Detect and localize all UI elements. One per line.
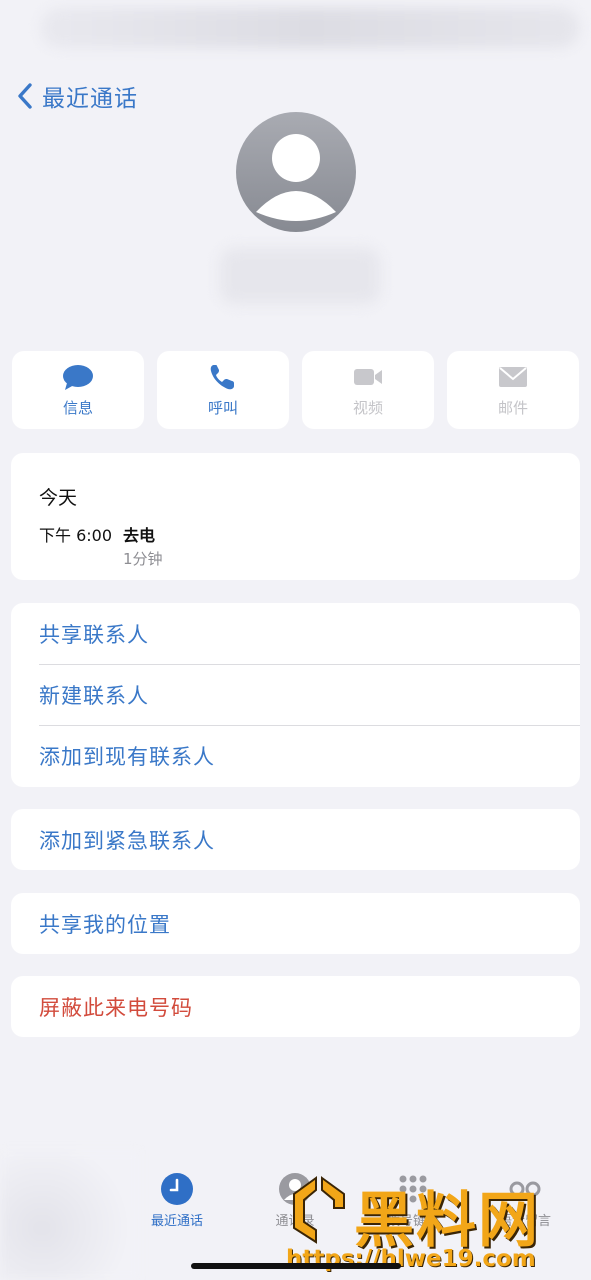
mail-icon	[499, 366, 527, 387]
contact-name	[220, 248, 380, 304]
block-caller-label: 屏蔽此来电号码	[39, 995, 193, 1020]
mail-button[interactable]: 邮件	[447, 351, 579, 429]
block-caller-card: 屏蔽此来电号码	[11, 976, 580, 1037]
video-button[interactable]: 视频	[302, 351, 434, 429]
add-to-existing-contact-row[interactable]: 添加到现有联系人	[11, 725, 580, 786]
avatar	[236, 112, 356, 232]
action-buttons: 信息 呼叫 视频 邮件	[12, 351, 579, 429]
tab-recents[interactable]: 最近通话	[122, 1172, 232, 1234]
share-location-label: 共享我的位置	[39, 912, 171, 937]
share-contact-label: 共享联系人	[39, 622, 149, 647]
clock-icon	[161, 1173, 193, 1205]
new-contact-label: 新建联系人	[39, 683, 149, 708]
recent-call-day: 今天	[39, 487, 78, 509]
chevron-left-icon	[18, 83, 32, 109]
message-button[interactable]: 信息	[12, 351, 144, 429]
watermark-logo-icon	[293, 1176, 345, 1244]
watermark: 黑料网 https://hlwe19.com	[282, 1172, 587, 1276]
video-label: 视频	[352, 398, 383, 417]
person-icon	[256, 134, 336, 221]
new-contact-row[interactable]: 新建联系人	[11, 664, 580, 725]
share-contact-row[interactable]: 共享联系人	[11, 603, 580, 664]
home-indicator[interactable]	[191, 1263, 401, 1269]
message-label: 信息	[62, 398, 93, 417]
phone-icon	[210, 364, 234, 389]
share-location-row[interactable]: 共享我的位置	[11, 893, 580, 954]
tab-recents-label: 最近通话	[150, 1214, 203, 1229]
share-location-card: 共享我的位置	[11, 893, 580, 954]
status-bar	[40, 8, 580, 48]
block-caller-row[interactable]: 屏蔽此来电号码	[11, 976, 580, 1037]
contact-options-card: 共享联系人 新建联系人 添加到现有联系人	[11, 603, 580, 787]
add-to-existing-contact-label: 添加到现有联系人	[39, 744, 215, 769]
contact-detail-screen: 最近通话 信息 呼叫 视频 邮件 今天 下午 6:00 去电 1分钟 共享联系人…	[0, 0, 591, 1280]
recent-call-duration: 1分钟	[123, 550, 163, 568]
message-icon	[63, 364, 93, 390]
call-label: 呼叫	[207, 398, 238, 417]
emergency-contact-card: 添加到紧急联系人	[11, 809, 580, 870]
recent-call-time: 下午 6:00	[39, 526, 113, 545]
add-emergency-contact-row[interactable]: 添加到紧急联系人	[11, 809, 580, 870]
add-emergency-contact-label: 添加到紧急联系人	[39, 828, 215, 853]
mail-label: 邮件	[497, 398, 528, 417]
recent-call-card: 今天 下午 6:00 去电 1分钟	[11, 453, 580, 580]
back-button[interactable]: 最近通话	[14, 78, 138, 114]
back-label: 最近通话	[42, 86, 138, 112]
video-icon	[354, 368, 382, 385]
recent-call-type: 去电	[123, 526, 156, 545]
call-button[interactable]: 呼叫	[157, 351, 289, 429]
